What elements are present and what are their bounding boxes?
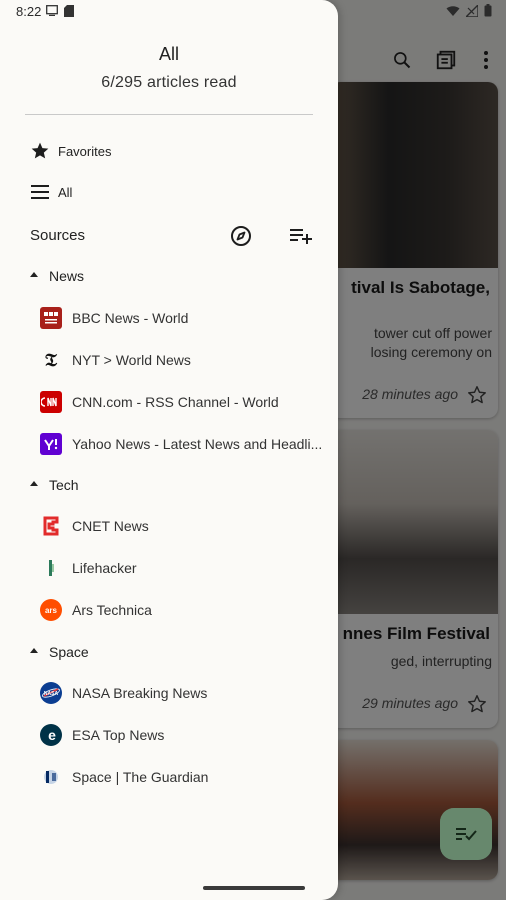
feed-label: ESA Top News <box>72 727 165 743</box>
group-label: News <box>49 268 85 284</box>
compass-icon[interactable] <box>229 224 253 248</box>
feed-item[interactable]: NASA NASA Breaking News <box>0 678 338 708</box>
cnn-icon <box>40 391 62 413</box>
collapse-arrow-icon[interactable] <box>30 648 38 653</box>
sources-header: Sources <box>0 222 338 250</box>
guardian-icon <box>40 766 62 788</box>
svg-text:NASA: NASA <box>44 691 59 697</box>
collapse-arrow-icon[interactable] <box>30 272 38 277</box>
esa-icon: e <box>40 724 62 746</box>
gesture-home-indicator[interactable] <box>203 886 305 890</box>
navigation-drawer: 8:22 All 6/295 articles read Favorites A… <box>0 0 338 900</box>
mark-all-read-button[interactable] <box>440 808 492 860</box>
nyt-icon: 𝔗 <box>40 349 62 371</box>
feed-item[interactable]: ars Ars Technica <box>0 595 338 625</box>
svg-text:e: e <box>48 727 56 743</box>
feed-item[interactable]: Lifehacker <box>0 553 338 583</box>
nasa-icon: NASA <box>40 682 62 704</box>
feed-label: Lifehacker <box>72 560 137 576</box>
feed-item[interactable]: Space | The Guardian <box>0 762 338 792</box>
yahoo-icon <box>40 433 62 455</box>
group-space[interactable]: Space <box>0 640 338 664</box>
battery-icon <box>484 4 492 17</box>
nav-item-label: Favorites <box>58 143 112 159</box>
drawer-title: All <box>158 44 179 64</box>
group-news[interactable]: News <box>0 264 338 288</box>
feed-item[interactable]: BBC News - World <box>0 303 338 333</box>
nav-item-favorites[interactable]: Favorites <box>0 133 338 169</box>
sd-card-icon <box>64 5 74 17</box>
drawer-header: All 6/295 articles read <box>0 44 338 92</box>
ars-technica-icon: ars <box>40 599 62 621</box>
status-bar-left-icons <box>46 5 74 17</box>
menu-lines-icon <box>30 182 50 202</box>
screen-cast-icon <box>46 5 58 16</box>
status-time: 8:22 <box>16 4 42 19</box>
nav-item-all[interactable]: All <box>0 174 338 210</box>
status-bar-right <box>446 4 492 17</box>
feed-label: CNN.com - RSS Channel - World <box>72 394 279 410</box>
fab-scrim <box>440 808 492 860</box>
articles-read-count: 6/295 articles read <box>101 74 237 91</box>
group-label: Space <box>49 644 89 660</box>
cnet-icon <box>40 515 62 537</box>
header-divider <box>25 114 313 115</box>
signal-icon <box>466 4 478 17</box>
feed-item[interactable]: 𝔗 NYT > World News <box>0 345 338 375</box>
svg-text:ars: ars <box>45 606 58 615</box>
nav-item-label: All <box>58 184 73 200</box>
feed-item[interactable]: Yahoo News - Latest News and Headli... <box>0 429 338 459</box>
group-label: Tech <box>49 477 79 493</box>
star-filled-icon <box>30 141 50 161</box>
feed-label: NASA Breaking News <box>72 685 208 701</box>
feed-item[interactable]: CNET News <box>0 511 338 541</box>
feed-label: BBC News - World <box>72 310 189 326</box>
feed-label: Ars Technica <box>72 602 152 618</box>
wifi-icon <box>446 5 460 16</box>
feed-item[interactable]: CNN.com - RSS Channel - World <box>0 387 338 417</box>
feed-label: NYT > World News <box>72 352 191 368</box>
feed-label: Yahoo News - Latest News and Headli... <box>72 436 323 452</box>
bbc-icon <box>40 307 62 329</box>
group-tech[interactable]: Tech <box>0 473 338 497</box>
sources-label: Sources <box>30 227 86 244</box>
svg-text:𝔗: 𝔗 <box>45 350 58 370</box>
collapse-arrow-icon[interactable] <box>30 481 38 486</box>
lifehacker-icon <box>40 557 62 579</box>
playlist-add-icon[interactable] <box>288 224 314 248</box>
feed-label: Space | The Guardian <box>72 769 209 785</box>
feed-label: CNET News <box>72 518 149 534</box>
feed-item[interactable]: e ESA Top News <box>0 720 338 750</box>
